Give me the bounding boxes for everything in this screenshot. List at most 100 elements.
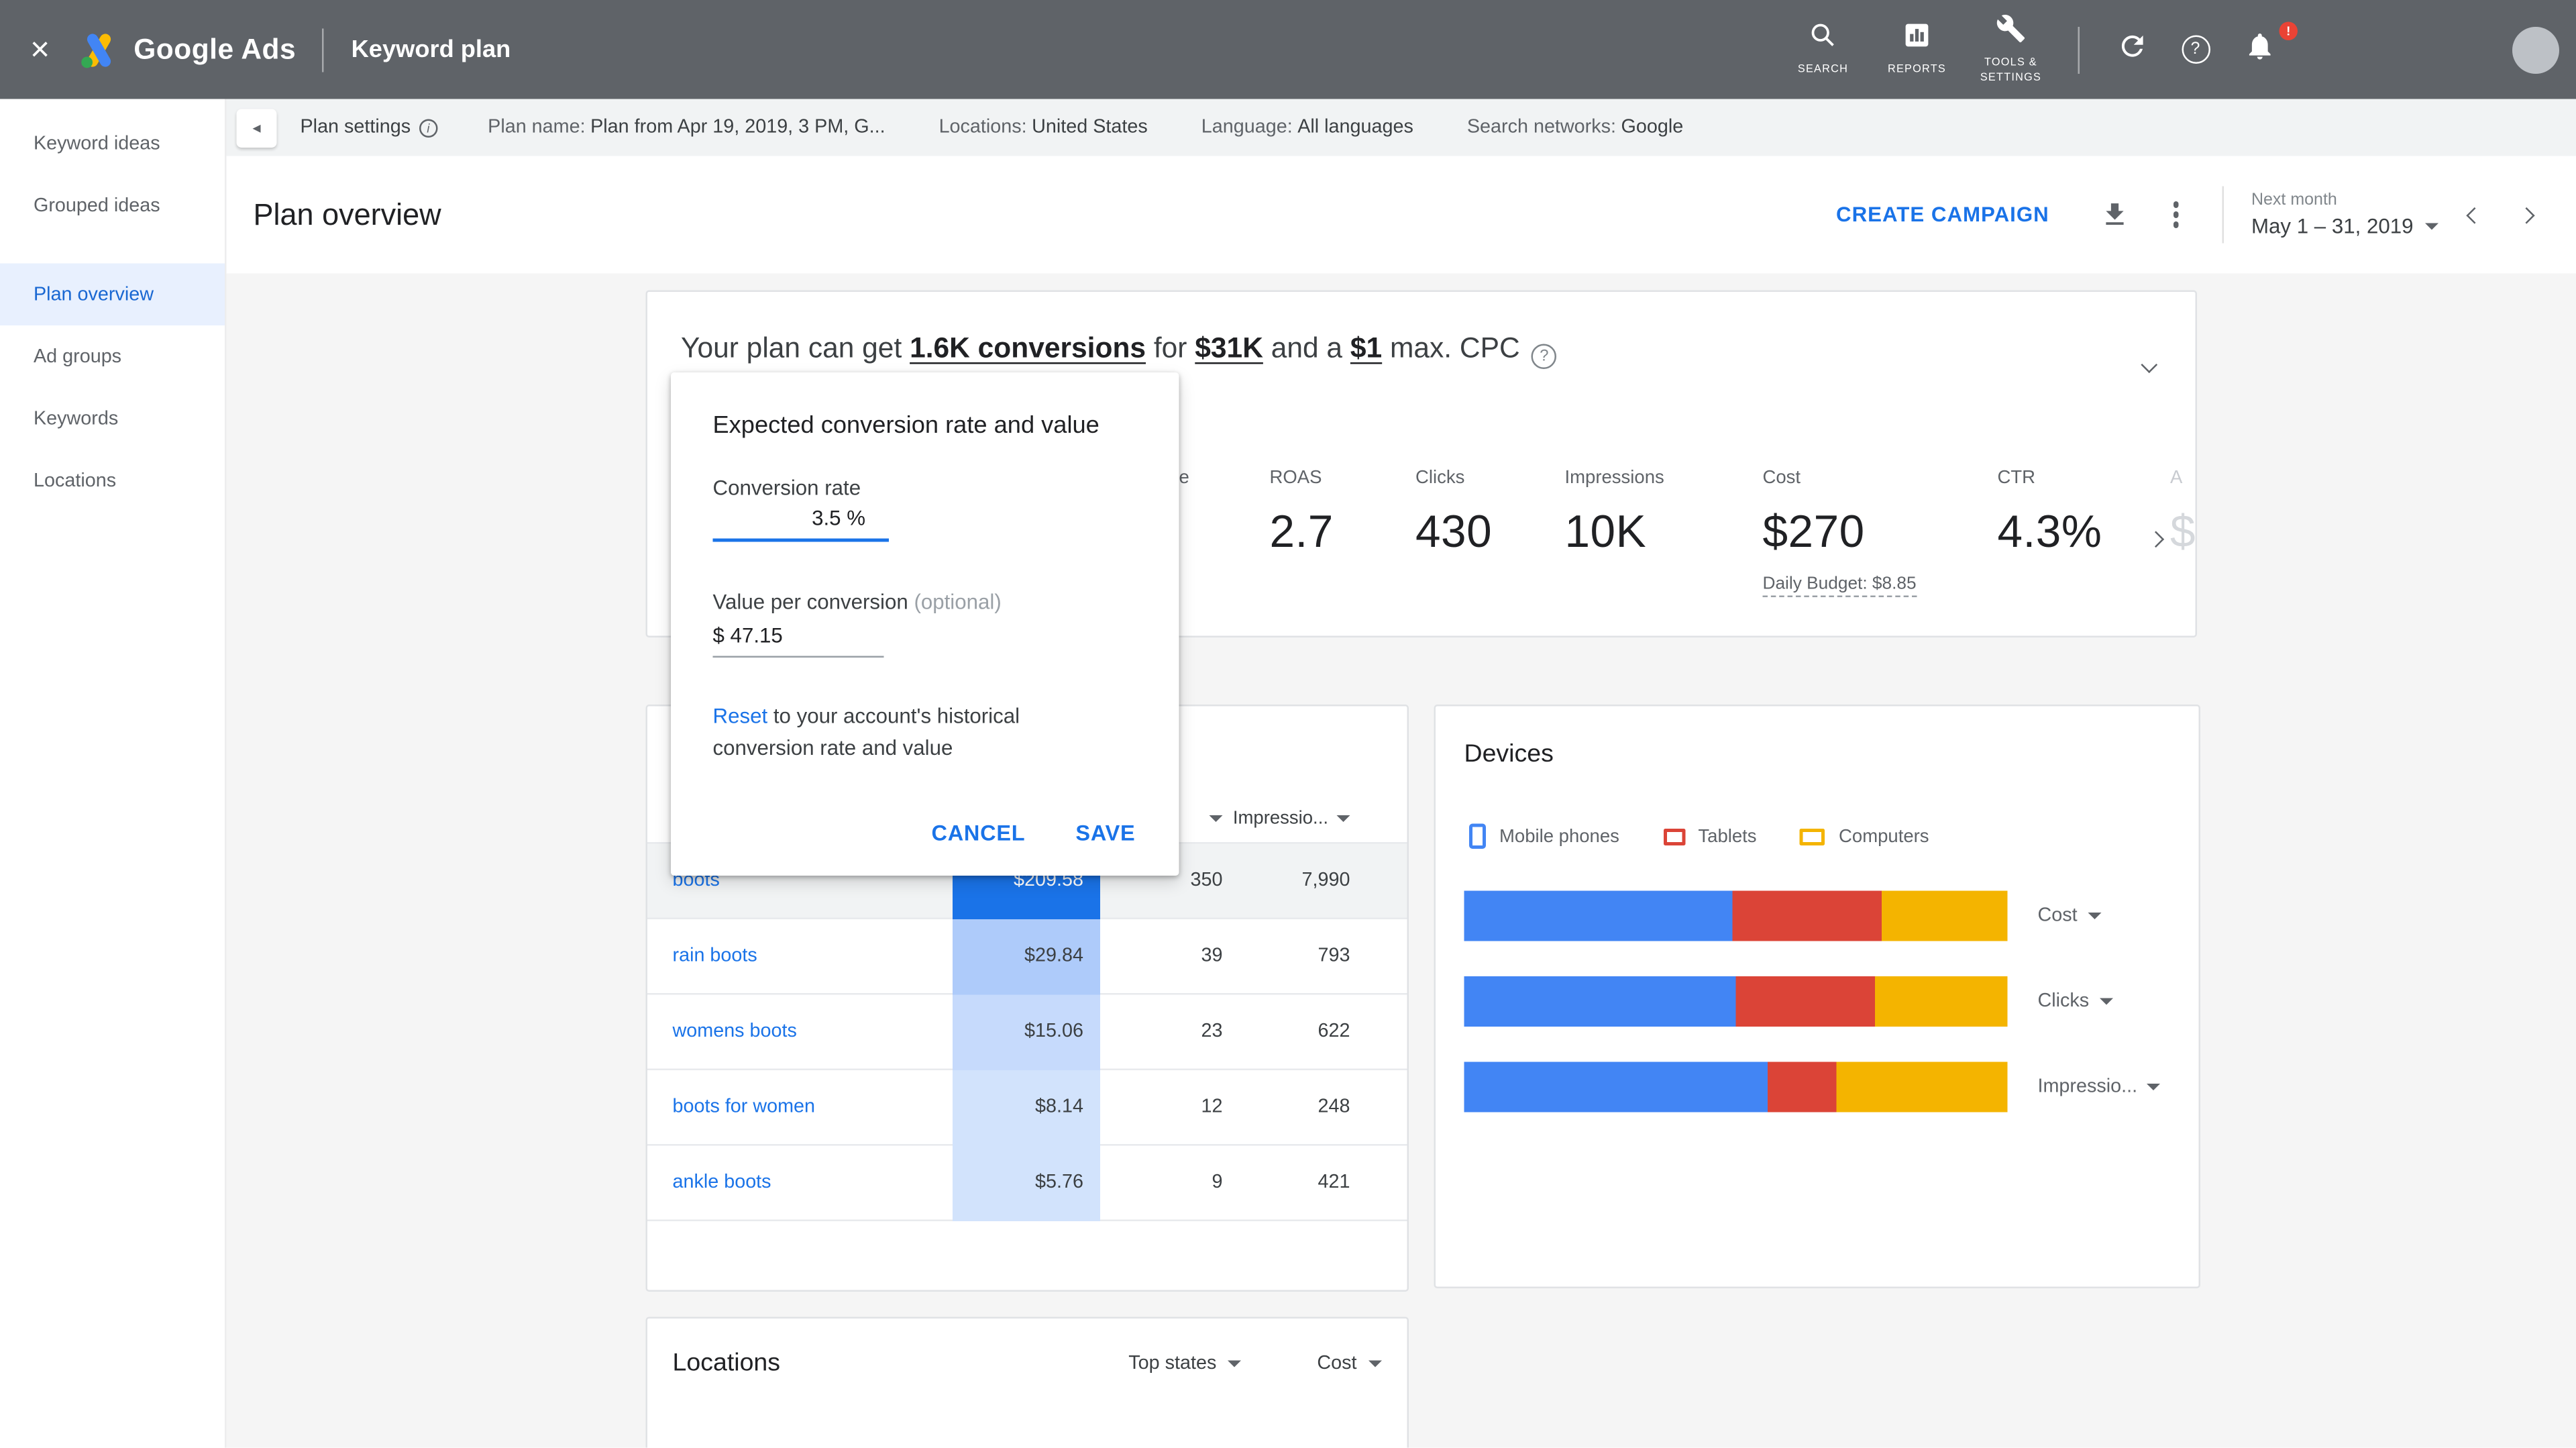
keyword-link[interactable]: rain boots [647,946,953,966]
clicks-cell: 39 [1201,946,1223,966]
metric-impressions: Impressions 10K [1564,468,1664,558]
hidden-metric-fragment: e [1179,468,1189,488]
next-period-button[interactable] [2518,206,2535,223]
help-button[interactable]: ? [2163,35,2227,64]
bar-segment-mobile [1464,890,1733,941]
sidebar-item-ad-groups[interactable]: Ad groups [0,325,225,388]
devices-bars: Cost Clicks Impressio... [1464,890,2161,1148]
collapse-card-button[interactable] [2141,349,2158,379]
search-button[interactable]: SEARCH [1776,21,1870,79]
table-row[interactable]: boots for women $8.14 12 248 [647,1069,1407,1146]
google-ads-logo [76,28,120,71]
daily-budget-note: Daily Budget: $8.85 [1762,574,1917,597]
impressions-column-header[interactable]: Impressio... [1223,808,1381,828]
clicks-cell: 9 [1212,1172,1223,1193]
reset-link[interactable]: Reset [713,705,768,728]
search-label: SEARCH [1797,64,1849,76]
sidebar-item-grouped-ideas[interactable]: Grouped ideas [0,174,225,237]
refresh-button[interactable] [2100,30,2163,70]
app: × Google Ads Keyword plan SEARCH REPORTS… [0,0,2576,1448]
cost-cell: $5.76 [953,1145,1100,1221]
close-icon[interactable]: × [30,33,50,66]
metric-overflow: A $ [2170,468,2196,558]
chevron-down-icon [1228,1359,1242,1367]
stacked-bar [1464,1062,2008,1113]
keyword-link[interactable]: womens boots [647,1022,953,1042]
devices-legend: Mobile phones Tablets Computers [1469,823,1929,849]
conversion-rate-input[interactable]: 3.5 % [712,507,889,542]
table-row[interactable]: womens boots $15.06 23 622 [647,994,1407,1070]
bar-segment-tablet [1768,1062,1837,1113]
chevron-down-icon [2147,1084,2161,1090]
devices-title: Devices [1464,739,1554,769]
chevron-down-icon [1368,1359,1382,1367]
table-row[interactable]: ankle boots $5.76 9 421 [647,1145,1407,1221]
notifications-button[interactable]: ! [2227,21,2298,70]
sidebar-item-keyword-ideas[interactable]: Keyword ideas [0,113,225,175]
chevron-down-icon [2099,998,2113,1005]
wrench-icon [1996,13,2026,52]
value-per-conversion-input[interactable]: $ 47.15 [712,624,884,658]
devices-bar-impressions: Impressio... [1464,1062,2161,1113]
cancel-button[interactable]: CANCEL [931,821,1025,846]
help-icon[interactable]: ? [1532,344,1557,369]
save-button[interactable]: SAVE [1075,821,1135,846]
cost-cell: $29.84 [953,918,1100,994]
locations-metric-selector[interactable]: Cost [1317,1353,1382,1373]
search-networks-setting: Search networks: Google [1466,117,1684,138]
back-button[interactable]: ◄ [236,108,277,147]
stacked-bar [1464,976,2008,1027]
chevron-down-icon [2425,223,2438,230]
download-button[interactable] [2100,200,2130,230]
devices-bar-cost: Cost [1464,890,2161,941]
date-range-selector[interactable]: Next month May 1 – 31, 2019 [2222,186,2469,244]
sidebar-item-keywords[interactable]: Keywords [0,388,225,450]
keyword-link[interactable]: boots for women [647,1097,953,1117]
refresh-icon [2116,30,2148,70]
table-row[interactable]: rain boots $29.84 39 793 [647,918,1407,995]
reports-button[interactable]: REPORTS [1870,21,1964,79]
brand-title: Google Ads [133,32,297,65]
locations-filter-selector[interactable]: Top states [1128,1353,1242,1373]
mobile-phone-icon [1469,823,1486,849]
help-icon: ? [2181,35,2210,64]
tools-settings-button[interactable]: TOOLS & SETTINGS [1964,13,2058,85]
plan-name-setting: Plan name: Plan from Apr 19, 2019, 3 PM, … [488,117,885,138]
bar-segment-computer [1874,976,2008,1027]
tablet-icon [1662,827,1685,845]
avatar[interactable] [2512,25,2559,73]
dialog-title: Expected conversion rate and value [712,413,1099,439]
bar-segment-tablet [1733,890,1883,941]
page-header-actions: CREATE CAMPAIGN Next month May 1 – 31, 2… [1836,186,2553,244]
keyword-link[interactable]: ankle boots [647,1173,953,1193]
more-options-button[interactable] [2173,201,2180,228]
impressions-cell: 248 [1318,1097,1350,1117]
value-per-conversion-label: Value per conversion (optional) [712,590,1002,614]
legend-tablets: Tablets [1662,826,1757,846]
cost-cell: $15.06 [953,994,1100,1070]
create-campaign-button[interactable]: CREATE CAMPAIGN [1836,203,2049,227]
computer-icon [1800,827,1826,845]
metric-roas: ROAS 2.7 [1269,468,1334,558]
previous-period-button[interactable] [2466,206,2483,223]
bar-segment-mobile [1464,1062,1769,1113]
reset-text: Reset to your account's historical conve… [712,705,1020,761]
sort-caret-icon [1336,814,1350,821]
reports-label: REPORTS [1887,64,1947,76]
plan-settings-toggle[interactable]: Plan settings i [301,117,438,138]
topbar-divider [323,28,325,72]
bar-segment-tablet [1735,976,1875,1027]
sidebar-item-locations[interactable]: Locations [0,450,225,512]
clicks-cell: 12 [1201,1097,1223,1117]
bar-metric-selector[interactable]: Cost [2038,906,2101,926]
conversion-rate-dialog: Expected conversion rate and value Conve… [671,372,1179,876]
devices-bar-clicks: Clicks [1464,976,2161,1027]
sidebar-item-plan-overview[interactable]: Plan overview [0,263,225,325]
bar-metric-selector[interactable]: Clicks [2038,992,2113,1012]
main-area: ◄ Plan settings i Plan name: Plan from Ap… [226,99,2576,1448]
scroll-metrics-button[interactable] [2147,523,2165,554]
sort-caret-icon [1209,814,1223,821]
topbar-page-title: Keyword plan [351,36,511,63]
impressions-cell: 622 [1318,1021,1350,1042]
bar-metric-selector[interactable]: Impressio... [2038,1077,2161,1097]
